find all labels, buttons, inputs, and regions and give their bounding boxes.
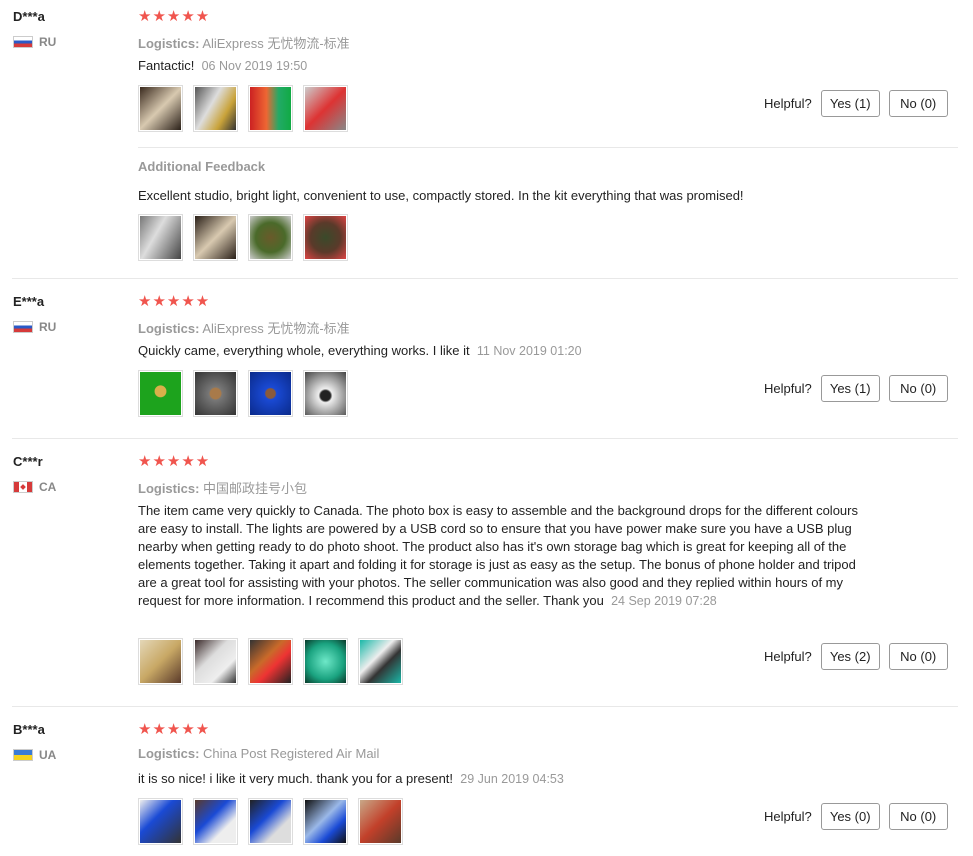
review-photo[interactable] [193, 85, 238, 132]
review-date: 11 Nov 2019 01:20 [476, 344, 582, 358]
star-rating: ★★★★★ [138, 8, 211, 25]
additional-feedback-text: Excellent studio, bright light, convenie… [138, 188, 744, 203]
review-date: 06 Nov 2019 19:50 [201, 59, 308, 73]
russia-flag-icon [13, 321, 33, 333]
reviewer-country: CA [13, 480, 56, 494]
helpful-yes-button[interactable]: Yes (0) [820, 803, 880, 830]
review-photo[interactable] [138, 214, 183, 261]
helpful-no-button[interactable]: No (0) [888, 803, 948, 830]
review-photo[interactable] [248, 798, 293, 845]
review-photo[interactable] [248, 370, 293, 417]
review-photo[interactable] [193, 638, 238, 685]
ukraine-flag-icon [13, 749, 33, 761]
divider [12, 706, 958, 707]
reviewer-country: RU [13, 35, 56, 49]
review-photos [138, 798, 403, 845]
review-date: 29 Jun 2019 04:53 [460, 772, 564, 786]
helpful-vote: Helpful? Yes (2) No (0) [764, 643, 948, 670]
logistics-info: Logistics: AliExpress 无忧物流-标准 [138, 321, 350, 336]
review-photos [138, 370, 348, 417]
star-rating: ★★★★★ [138, 293, 211, 310]
logistics-info: Logistics: AliExpress 无忧物流-标准 [138, 36, 350, 51]
helpful-vote: Helpful? Yes (0) No (0) [764, 803, 948, 830]
divider [138, 147, 958, 148]
additional-feedback-title: Additional Feedback [138, 159, 266, 174]
country-code: RU [39, 35, 57, 49]
review-photo[interactable] [303, 85, 348, 132]
reviewer-country: RU [13, 320, 56, 334]
review-photo[interactable] [138, 85, 183, 132]
logistics-info: Logistics: China Post Registered Air Mai… [138, 746, 380, 761]
helpful-no-button[interactable]: No (0) [888, 90, 948, 117]
review-photo[interactable] [303, 370, 348, 417]
russia-flag-icon [13, 36, 33, 48]
star-rating: ★★★★★ [138, 453, 211, 470]
review-text: Fantactic! 06 Nov 2019 19:50 [138, 58, 308, 73]
reviewer-name: B***a [13, 722, 45, 737]
divider [12, 278, 958, 279]
helpful-vote: Helpful? Yes (1) No (0) [764, 90, 948, 117]
review-text: The item came very quickly to Canada. Th… [138, 503, 858, 608]
additional-photos [138, 214, 348, 261]
review-photos [138, 638, 403, 685]
reviewer-name: E***a [13, 294, 45, 309]
helpful-yes-button[interactable]: Yes (2) [820, 643, 880, 670]
reviewer-name: D***a [13, 9, 45, 24]
star-rating: ★★★★★ [138, 721, 211, 738]
review-photo[interactable] [138, 798, 183, 845]
review-photo[interactable] [193, 798, 238, 845]
country-code: CA [39, 480, 57, 494]
review-photo[interactable] [358, 798, 403, 845]
review-photo[interactable] [248, 85, 293, 132]
country-code: RU [39, 320, 57, 334]
review-text: Quickly came, everything whole, everythi… [138, 343, 582, 358]
review-photo[interactable] [303, 798, 348, 845]
review-photo[interactable] [193, 214, 238, 261]
helpful-yes-button[interactable]: Yes (1) [820, 375, 880, 402]
helpful-no-button[interactable]: No (0) [888, 643, 948, 670]
divider [12, 438, 958, 439]
review-photo[interactable] [138, 638, 183, 685]
helpful-yes-button[interactable]: Yes (1) [820, 90, 880, 117]
reviewer-name: C***r [13, 454, 43, 469]
logistics-info: Logistics: 中国邮政挂号小包 [138, 481, 308, 496]
helpful-no-button[interactable]: No (0) [888, 375, 948, 402]
review-photo[interactable] [193, 370, 238, 417]
review-photo[interactable] [138, 370, 183, 417]
review-photos [138, 85, 348, 132]
review-photo[interactable] [248, 638, 293, 685]
canada-flag-icon [13, 481, 33, 493]
helpful-vote: Helpful? Yes (1) No (0) [764, 375, 948, 402]
review-photo[interactable] [358, 638, 403, 685]
review-date: 24 Sep 2019 07:28 [611, 594, 717, 608]
review-photo[interactable] [303, 638, 348, 685]
reviewer-country: UA [13, 748, 56, 762]
review-photo[interactable] [303, 214, 348, 261]
review-photo[interactable] [248, 214, 293, 261]
country-code: UA [39, 748, 57, 762]
review-text: it is so nice! i like it very much. than… [138, 771, 564, 786]
